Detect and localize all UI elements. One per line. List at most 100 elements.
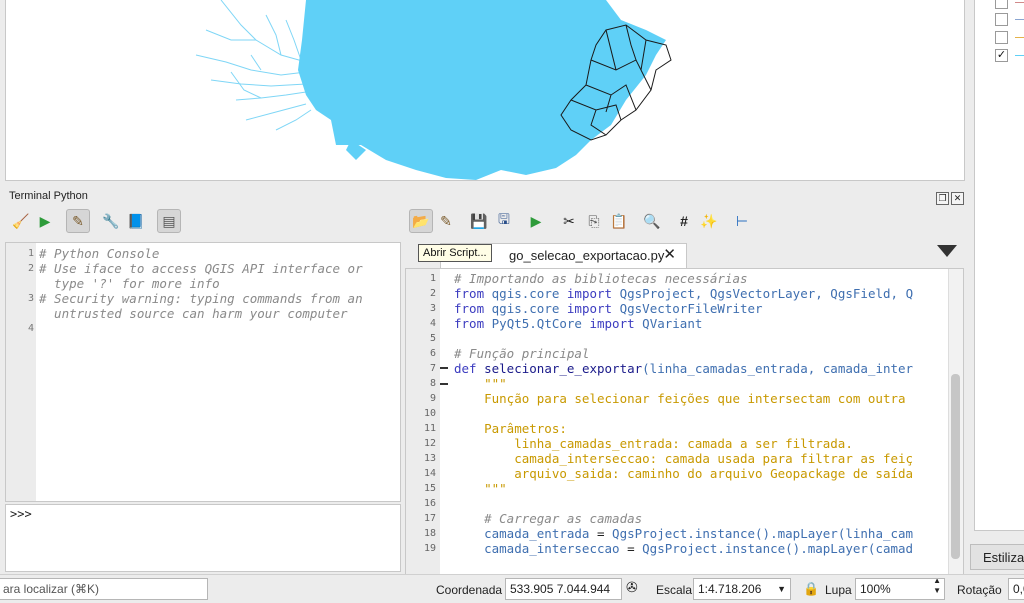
run-script-button[interactable]: ▶: [524, 209, 548, 233]
copy-icon: ⎘: [588, 212, 600, 229]
layer-symbol: [1015, 37, 1024, 38]
run-command-button[interactable]: ▶: [33, 209, 57, 233]
layer-checkbox[interactable]: [995, 0, 1008, 9]
layer-checkbox[interactable]: [995, 13, 1008, 26]
copy-button[interactable]: ⎘: [582, 209, 606, 233]
code-line: arquivo_saida: caminho do arquivo Geopac…: [454, 466, 914, 481]
save-as-button[interactable]: 🖫: [492, 209, 516, 233]
editor-line-number: 17: [423, 513, 436, 524]
console-line-number: 3: [27, 293, 34, 304]
layers-tree: ✓: [974, 0, 1024, 531]
console-line-number: 2: [27, 263, 34, 274]
edit-icon: ✎: [440, 212, 452, 229]
spinner-icon[interactable]: ▲ ▼: [933, 579, 941, 596]
scissors-icon: ✂: [563, 212, 575, 229]
open-script-button[interactable]: 📂: [409, 209, 433, 233]
code-line: camada_interseccao = QgsProject.instance…: [454, 541, 914, 556]
console-input[interactable]: >>>: [5, 504, 401, 572]
code-line: def selecionar_e_exportar(linha_camadas_…: [454, 361, 914, 376]
editor-line-number: 19: [423, 543, 436, 554]
close-icon[interactable]: ✕: [951, 192, 964, 205]
clear-console-button[interactable]: 🧹: [9, 209, 33, 233]
console-line: type '?' for more info: [39, 276, 220, 291]
editor-scrollbar[interactable]: [948, 269, 963, 574]
hash-icon: #: [680, 213, 688, 229]
rotation-label: Rotação: [957, 583, 1002, 597]
magnifier-field[interactable]: 100% ▲ ▼: [855, 578, 945, 600]
editor-icon: ✎: [72, 212, 84, 229]
editor-line-number: 10: [423, 408, 436, 419]
code-line: # Importando as bibliotecas necessárias: [454, 271, 748, 286]
style-panel-button[interactable]: Estiliza: [970, 544, 1024, 570]
code-line: # Função principal: [454, 346, 590, 361]
open-in-external-editor-button[interactable]: ✎: [434, 209, 458, 233]
code-line: """: [454, 481, 507, 496]
code-line: from qgis.core import QgsVectorFileWrite…: [454, 301, 763, 316]
play-icon: ▶: [530, 212, 542, 229]
help-button[interactable]: 📘: [124, 209, 148, 233]
scrollbar-thumb[interactable]: [951, 374, 960, 559]
code-line: camada_interseccao: camada usada para fi…: [454, 451, 914, 466]
editor-line-number: 15: [423, 483, 436, 494]
editor-line-number: 11: [423, 423, 436, 434]
paste-button[interactable]: 📋: [607, 209, 631, 233]
editor-line-number: 16: [423, 498, 436, 509]
close-tab-icon[interactable]: ✕: [663, 244, 676, 266]
coordinate-field[interactable]: 533.905 7.044.944: [505, 578, 622, 600]
map-canvas[interactable]: [5, 0, 965, 181]
play-icon: ▶: [39, 212, 51, 229]
save-icon: 💾: [470, 212, 488, 229]
rotation-field[interactable]: 0,0: [1008, 578, 1024, 600]
broom-icon: 🧹: [12, 212, 30, 229]
dock-controls: ❐ ✕: [934, 190, 964, 205]
folder-icon: 📂: [412, 212, 430, 229]
tab-list-icon[interactable]: [937, 245, 957, 257]
show-editor-button[interactable]: ✎: [66, 209, 90, 233]
code-line: Função para selecionar feições que inter…: [454, 391, 906, 406]
console-line: # Security warning: typing commands from…: [39, 291, 363, 306]
float-icon[interactable]: ❐: [936, 192, 949, 205]
mouse-coordinate-icon[interactable]: ✇: [626, 579, 638, 596]
scale-field[interactable]: 1:4.718.206 ▼: [693, 578, 791, 600]
format-code-button[interactable]: ✨: [697, 209, 721, 233]
scale-label: Escala: [656, 583, 693, 597]
fold-marker[interactable]: [440, 383, 448, 385]
editor-line-number: 13: [423, 453, 436, 464]
options-button[interactable]: 🔧: [99, 209, 123, 233]
fold-marker[interactable]: [440, 367, 448, 369]
code-line: """: [454, 376, 507, 391]
layer-checkbox-checked[interactable]: ✓: [995, 49, 1008, 62]
editor-line-number: 4: [429, 318, 436, 329]
code-line: from PyQt5.QtCore import QVariant: [454, 316, 703, 331]
code-line: # Carregar as camadas: [454, 511, 643, 526]
console-line: # Python Console: [39, 246, 160, 261]
save-button[interactable]: 💾: [467, 209, 491, 233]
editor-line-number: 14: [423, 468, 436, 479]
map-layers: [195, 0, 672, 180]
code-line: from qgis.core import QgsProject, QgsVec…: [454, 286, 914, 301]
console-output[interactable]: 1 # Python Console 2 # Use iface to access …: [5, 242, 401, 502]
editor-line-number: 8: [429, 378, 436, 389]
cut-button[interactable]: ✂: [557, 209, 581, 233]
magnifier-value: 100%: [860, 582, 891, 596]
save-as-icon: 🖫: [498, 211, 510, 227]
code-line: linha_camadas_entrada: camada a ser filt…: [454, 436, 853, 451]
editor-tab-title: go_selecao_exportacao.py: [509, 248, 665, 263]
toggle-comment-button[interactable]: #: [672, 209, 696, 233]
scale-value: 1:4.718.206: [698, 582, 762, 596]
code-editor[interactable]: 1 2 3 4 5 6 7 8 9 10 11 12 13 14 15 16 17 18 19 # Importan…: [405, 268, 964, 575]
tooltip: Abrir Script...: [418, 244, 492, 262]
layer-symbol: [1015, 19, 1024, 20]
find-button[interactable]: 🔍: [640, 209, 664, 233]
toggle-panel-button[interactable]: ▤: [157, 209, 181, 233]
object-inspector-button[interactable]: ⊢: [730, 209, 754, 233]
console-line-number: 1: [27, 248, 34, 259]
layer-symbol: [1015, 2, 1024, 3]
console-line-number: 4: [27, 323, 34, 334]
lock-icon[interactable]: 🔒: [803, 581, 819, 597]
layer-checkbox[interactable]: [995, 31, 1008, 44]
locator-search-input[interactable]: ara localizar (⌘K): [0, 578, 208, 600]
help-book-icon: 📘: [127, 212, 145, 229]
editor-line-number: 9: [429, 393, 436, 404]
river-network: [195, 0, 312, 131]
